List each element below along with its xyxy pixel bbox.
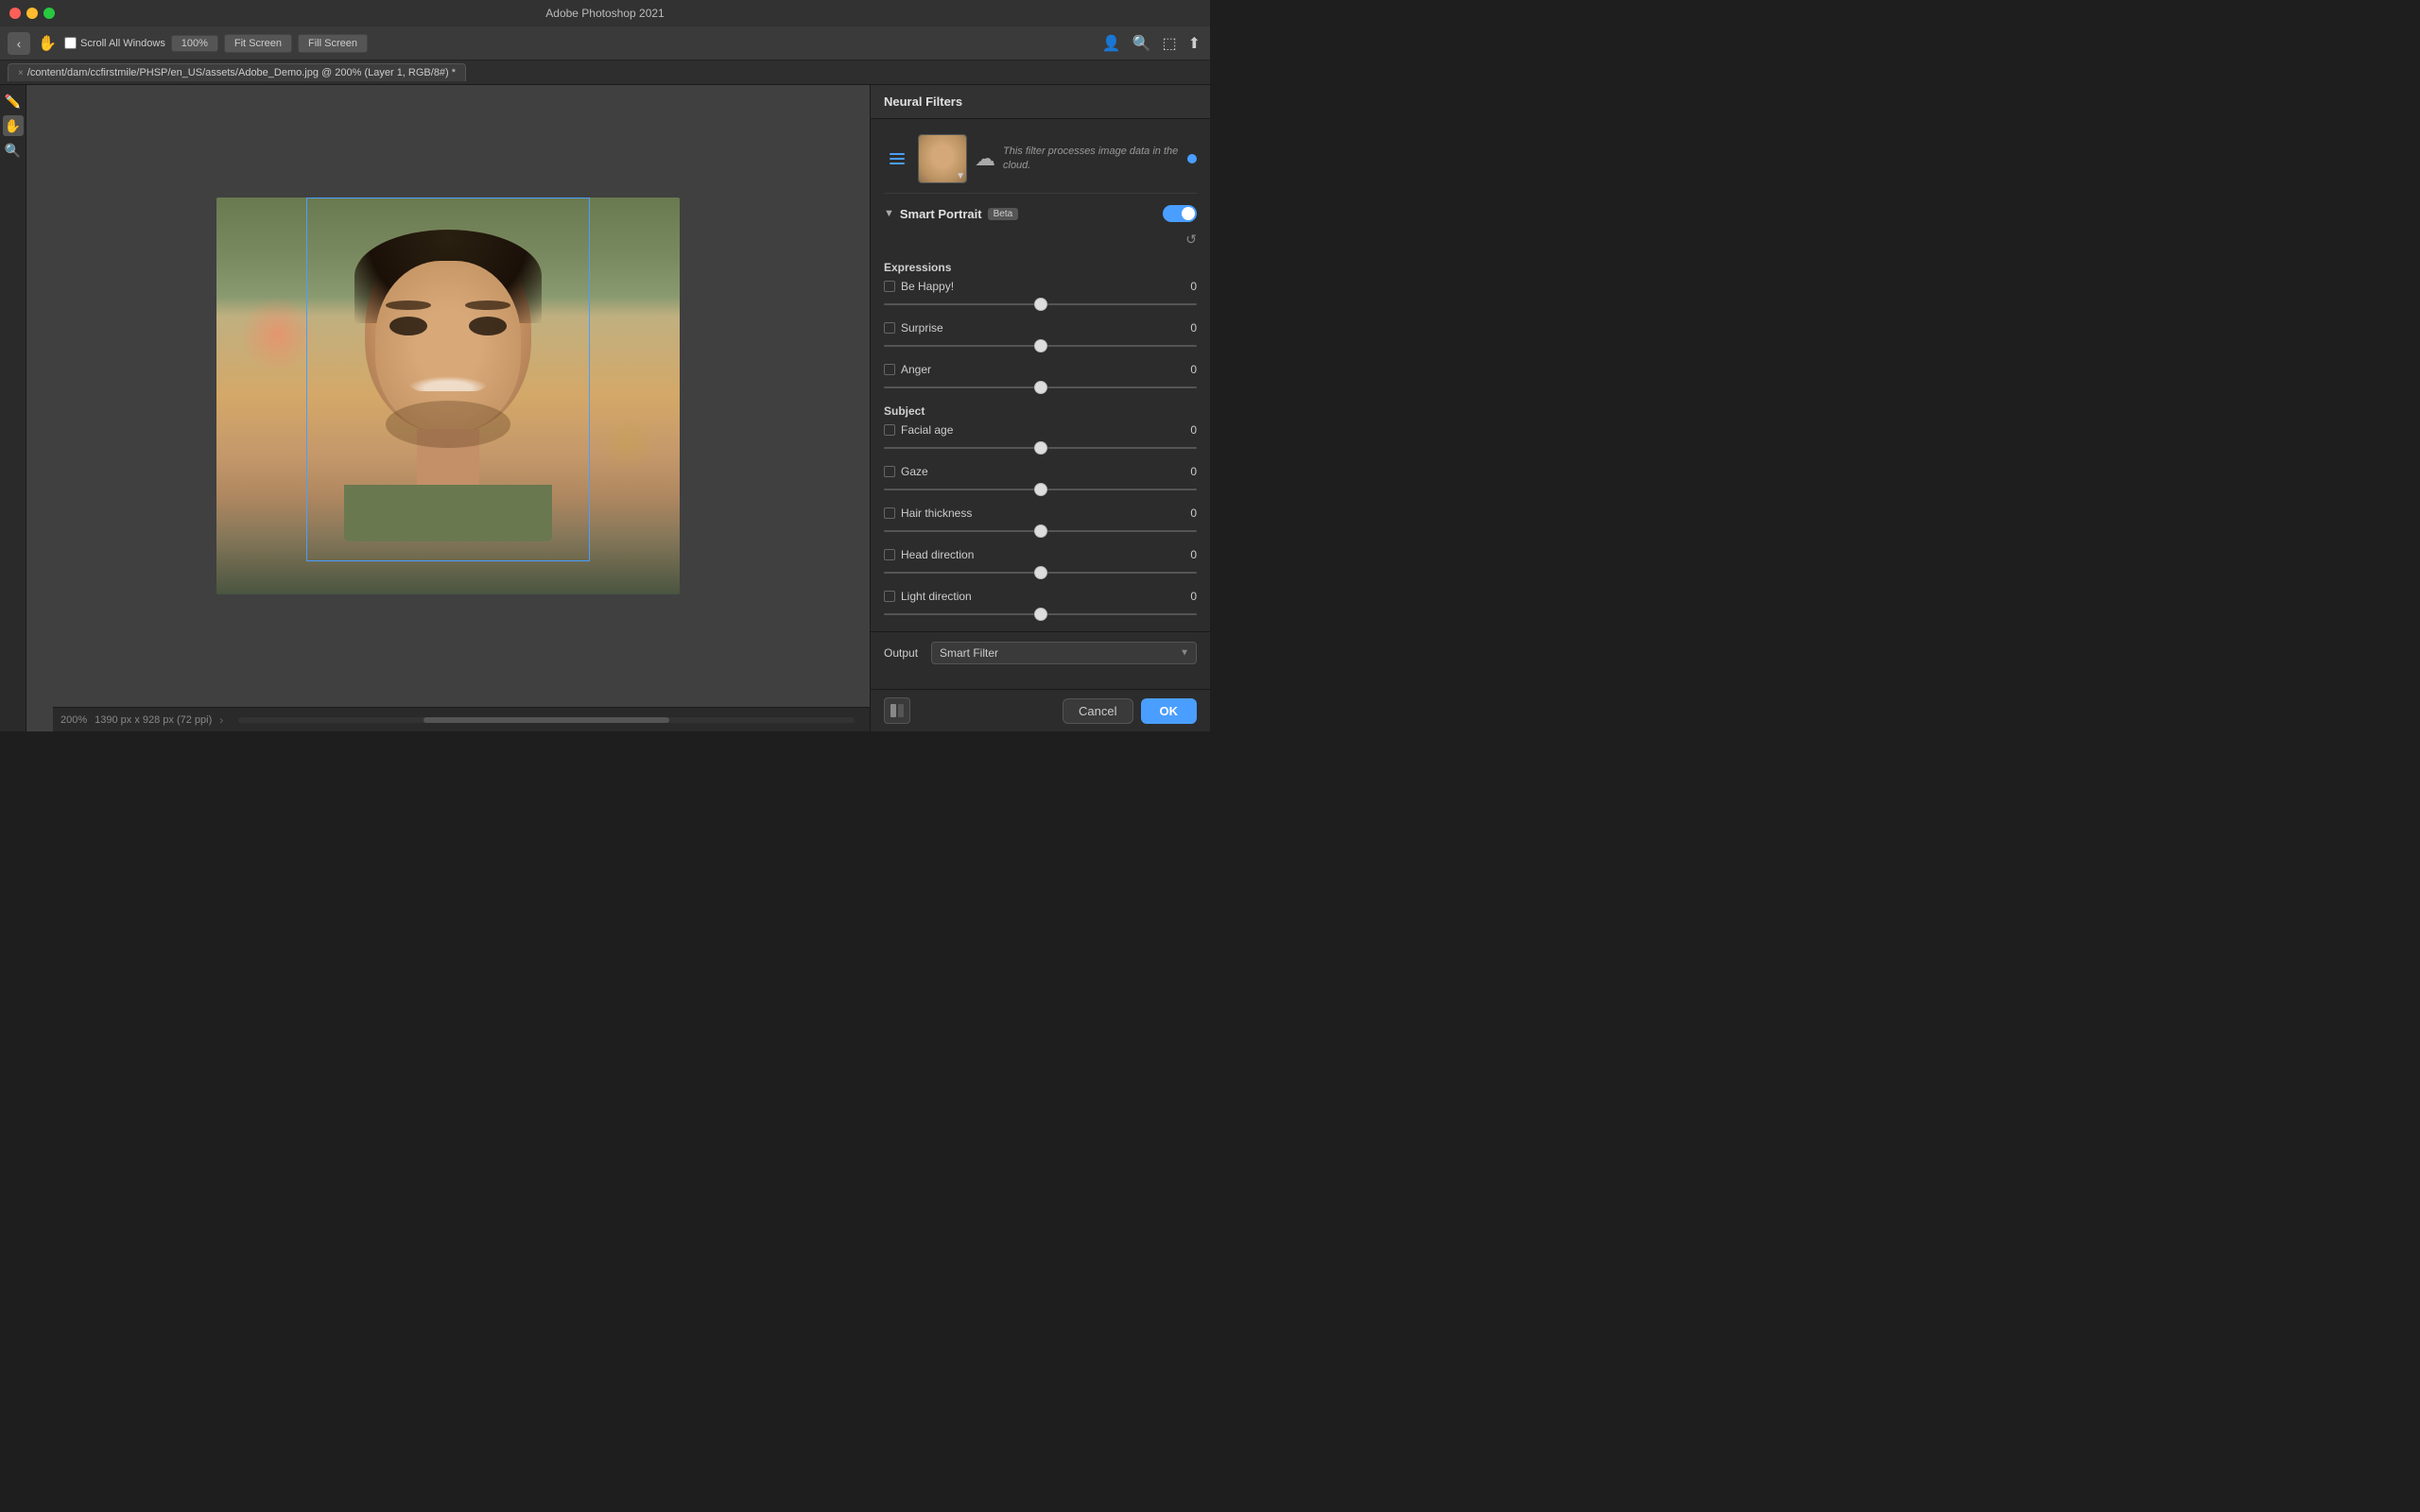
cancel-button[interactable]: Cancel	[1063, 698, 1132, 724]
control-anger: Anger 0	[884, 363, 1197, 395]
control-gaze: Gaze 0	[884, 465, 1197, 497]
scroll-all-windows-checkbox[interactable]	[64, 37, 77, 49]
left-tools-panel: ✏️ ✋ 🔍	[0, 85, 26, 731]
compare-icon-button[interactable]	[884, 697, 910, 724]
control-hair-thickness: Hair thickness 0	[884, 507, 1197, 539]
smart-portrait-section-header[interactable]: ▼ Smart Portrait Beta	[871, 198, 1210, 230]
reset-icon[interactable]: ↺	[1185, 232, 1197, 248]
hair-thickness-checkbox[interactable]	[884, 507, 895, 519]
filter-list-icon[interactable]	[884, 146, 910, 172]
document-tab[interactable]: × /content/dam/ccfirstmile/PHSP/en_US/as…	[8, 63, 466, 81]
light-direction-slider[interactable]	[884, 607, 1197, 622]
neural-panel-body[interactable]: ▼ ☁ This filter processes image data in …	[871, 119, 1210, 689]
control-be-happy: Be Happy! 0	[884, 280, 1197, 312]
output-select[interactable]: Smart Filter New Layer Current Layer	[931, 642, 1197, 664]
horizontal-scrollbar[interactable]	[238, 717, 855, 723]
minimize-button[interactable]	[26, 8, 38, 19]
status-arrow[interactable]: ›	[219, 713, 223, 727]
user-icon-button[interactable]: 👤	[1100, 32, 1123, 55]
control-surprise: Surprise 0	[884, 321, 1197, 353]
hand-tool-button[interactable]: ✋	[36, 32, 59, 55]
reset-button-area: ↺	[871, 230, 1210, 253]
share-icon-button[interactable]: ⬆	[1186, 32, 1202, 55]
hand-tool[interactable]: ✋	[3, 115, 24, 136]
divider	[884, 193, 1197, 194]
zoom-tool[interactable]: 🔍	[3, 140, 24, 161]
expressions-label: Expressions	[884, 261, 1197, 274]
fit-screen-button[interactable]: Fit Screen	[224, 34, 292, 53]
filter-controls: Expressions Be Happy! 0	[871, 261, 1210, 622]
light-direction-checkbox[interactable]	[884, 591, 895, 602]
fill-screen-button[interactable]: Fill Screen	[298, 34, 368, 53]
control-head-direction: Head direction 0	[884, 548, 1197, 580]
output-select-container[interactable]: Smart Filter New Layer Current Layer ▼	[931, 642, 1197, 664]
tab-close-icon[interactable]: ×	[18, 68, 24, 78]
be-happy-slider[interactable]	[884, 297, 1197, 312]
maximize-button[interactable]	[43, 8, 55, 19]
control-facial-age: Facial age 0	[884, 423, 1197, 455]
zoom-input[interactable]	[171, 35, 218, 52]
gaze-checkbox[interactable]	[884, 466, 895, 477]
back-button[interactable]: ‹	[8, 32, 30, 55]
tab-path: /content/dam/ccfirstmile/PHSP/en_US/asse…	[27, 67, 456, 78]
dimensions: 1390 px x 928 px (72 ppi)	[95, 714, 212, 726]
facial-age-slider[interactable]	[884, 440, 1197, 455]
section-chevron-icon: ▼	[884, 208, 894, 219]
app-title: Adobe Photoshop 2021	[545, 7, 664, 20]
anger-slider[interactable]	[884, 380, 1197, 395]
ok-button[interactable]: OK	[1141, 698, 1198, 724]
facial-age-checkbox[interactable]	[884, 424, 895, 436]
smart-portrait-toggle[interactable]	[1163, 205, 1197, 222]
hair-thickness-slider[interactable]	[884, 524, 1197, 539]
filter-active-dot	[1187, 154, 1197, 163]
neural-filters-panel: Neural Filters ▼ ☁	[870, 85, 1210, 731]
control-light-direction: Light direction 0	[884, 590, 1197, 622]
surprise-slider[interactable]	[884, 338, 1197, 353]
toolbar-right-icons: 👤 🔍 ⬚ ⬆	[1100, 32, 1202, 55]
scroll-all-windows-label[interactable]: Scroll All Windows	[64, 37, 165, 49]
paint-brush-tool[interactable]: ✏️	[3, 91, 24, 112]
scrollbar-thumb[interactable]	[424, 717, 670, 723]
anger-checkbox[interactable]	[884, 364, 895, 375]
gaze-slider[interactable]	[884, 482, 1197, 497]
head-direction-checkbox[interactable]	[884, 549, 895, 560]
toolbar: ‹ ✋ Scroll All Windows Fit Screen Fill S…	[0, 26, 1210, 60]
window-controls	[9, 8, 55, 19]
neural-panel-header: Neural Filters	[871, 85, 1210, 119]
cloud-icon: ☁	[975, 146, 995, 171]
filter-selector-row: ▼ ☁ This filter processes image data in …	[871, 129, 1210, 189]
canvas-area[interactable]: 200% 1390 px x 928 px (72 ppi) ›	[26, 85, 870, 731]
zoom-level: 200%	[60, 714, 87, 726]
tab-bar: × /content/dam/ccfirstmile/PHSP/en_US/as…	[0, 60, 1210, 85]
layout-icon-button[interactable]: ⬚	[1160, 32, 1178, 55]
search-icon-button[interactable]: 🔍	[1131, 32, 1153, 55]
close-button[interactable]	[9, 8, 21, 19]
surprise-checkbox[interactable]	[884, 322, 895, 334]
footer-actions: Cancel OK	[1063, 698, 1197, 724]
status-bar: 200% 1390 px x 928 px (72 ppi) ›	[53, 707, 870, 731]
filter-chevron-icon: ▼	[956, 171, 965, 181]
be-happy-checkbox[interactable]	[884, 281, 895, 292]
output-row: Output Smart Filter New Layer Current La…	[871, 631, 1210, 674]
title-bar: Adobe Photoshop 2021	[0, 0, 1210, 26]
head-direction-slider[interactable]	[884, 565, 1197, 580]
filter-thumbnail[interactable]: ▼	[918, 134, 967, 183]
panel-footer: Cancel OK	[871, 689, 1210, 731]
subject-label: Subject	[884, 404, 1197, 418]
main-area: ✏️ ✋ 🔍	[0, 85, 1210, 731]
